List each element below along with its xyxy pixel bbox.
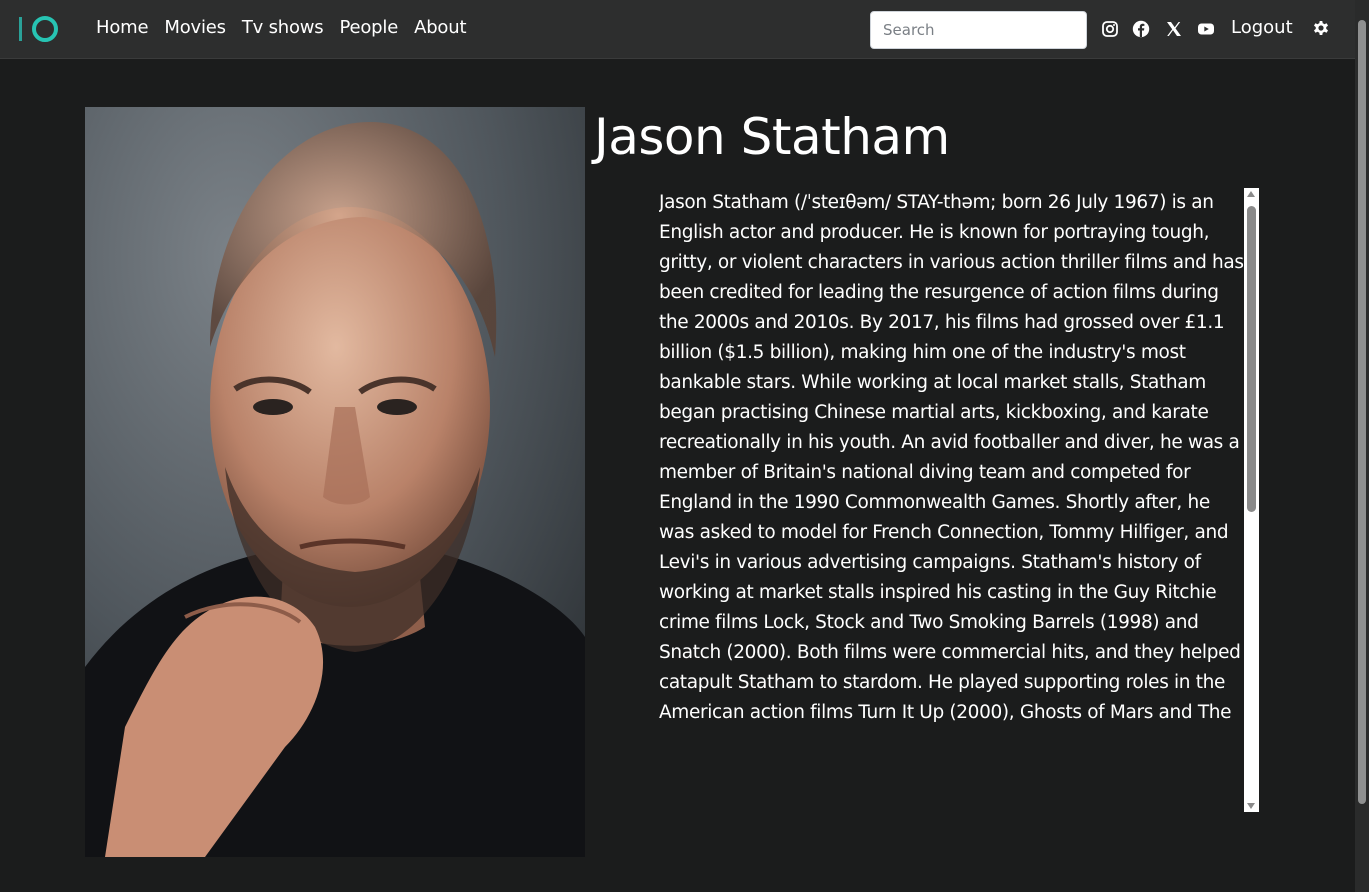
- instagram-icon[interactable]: [1101, 20, 1119, 38]
- search-input[interactable]: [870, 11, 1087, 49]
- page-scrollbar-thumb[interactable]: [1358, 20, 1366, 804]
- scroll-down-arrow-icon[interactable]: [1247, 803, 1255, 809]
- nav-home-link[interactable]: Home: [96, 17, 149, 38]
- settings-gear-icon[interactable]: [1311, 18, 1331, 38]
- person-portrait-image: [85, 107, 585, 857]
- scroll-up-arrow-icon[interactable]: [1247, 191, 1255, 197]
- nav-tvshows-link[interactable]: Tv shows: [242, 17, 324, 38]
- site-logo[interactable]: [19, 15, 59, 43]
- logo-bar: [19, 17, 22, 41]
- top-navbar: Home Movies Tv shows People About Logout: [0, 0, 1355, 59]
- biography-scroll-box[interactable]: Jason Statham (/ˈsteɪθəm/ STAY-thəm; bor…: [659, 188, 1259, 812]
- logout-link[interactable]: Logout: [1231, 17, 1293, 38]
- biography-scrollbar-thumb[interactable]: [1247, 206, 1256, 512]
- nav-people-link[interactable]: People: [339, 17, 398, 38]
- youtube-icon[interactable]: [1197, 20, 1215, 38]
- biography-text: Jason Statham (/ˈsteɪθəm/ STAY-thəm; bor…: [659, 192, 1244, 723]
- nav-movies-link[interactable]: Movies: [164, 17, 226, 38]
- facebook-icon[interactable]: [1132, 20, 1150, 38]
- x-icon[interactable]: [1165, 20, 1183, 38]
- logo-ring-icon: [32, 16, 58, 42]
- person-photo: [85, 107, 585, 857]
- biography-scrollbar[interactable]: [1244, 188, 1259, 812]
- person-name-heading: Jason Statham: [594, 108, 950, 166]
- nav-links: Home Movies Tv shows People About: [96, 17, 482, 38]
- page-scrollbar[interactable]: [1355, 0, 1369, 892]
- nav-about-link[interactable]: About: [414, 17, 466, 38]
